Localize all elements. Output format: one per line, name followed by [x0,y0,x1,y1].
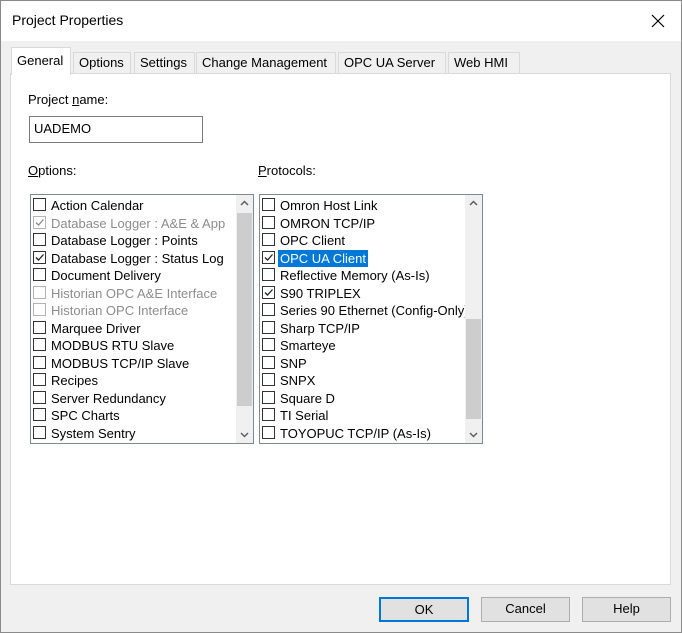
chevron-up-icon [469,200,478,206]
options-item-label: Historian OPC Interface [51,303,189,318]
close-button[interactable] [635,1,681,41]
chevron-up-icon [240,200,249,206]
cancel-button[interactable]: Cancel [481,597,570,622]
options-item-label: Historian OPC A&E Interface [51,285,218,301]
options-label: Options: [28,163,77,178]
tab-settings[interactable]: Settings [134,52,195,73]
scroll-thumb[interactable] [466,319,481,419]
scroll-up-arrow[interactable] [236,195,253,212]
tab-label: Web HMI [454,55,508,70]
checkbox[interactable] [33,408,46,421]
chevron-down-icon [240,432,249,438]
options-item-label: Action Calendar [51,198,144,213]
checkbox[interactable] [262,408,275,421]
options-item-label: System Sentry [51,425,136,441]
protocols-item-label: Sharp TCP/IP [280,320,360,336]
tab-label: General [17,53,64,68]
checkmark-icon [35,218,44,226]
title-bar: Project Properties [1,1,681,41]
scroll-thumb[interactable] [237,213,252,406]
checkbox[interactable] [33,373,46,386]
tab-general[interactable]: General [11,47,71,75]
options-listbox[interactable]: Action Calendar Database Logger : A&E & A… [30,194,254,444]
checkbox[interactable] [262,198,275,211]
tab-opc-ua-server[interactable]: OPC UA Server [338,52,446,73]
checkbox[interactable] [262,250,275,264]
checkbox[interactable] [262,303,275,316]
checkbox[interactable] [33,338,46,351]
protocols-item-label: Smarteye [280,338,336,353]
project-name-label: Project name: [28,92,109,107]
checkbox[interactable] [262,285,275,299]
checkbox[interactable] [33,198,46,211]
checkmark-icon [35,253,44,261]
options-item-label: MODBUS TCP/IP Slave [51,355,190,371]
checkbox[interactable] [33,215,46,229]
options-item-label: Server Redundancy [51,390,166,406]
checkbox[interactable] [33,285,46,299]
options-item-label: Database Logger : A&E & App [51,215,226,231]
checkbox[interactable] [262,338,275,351]
checkbox[interactable] [262,373,275,386]
options-item-label: Document Delivery [51,268,161,283]
checkbox[interactable] [33,250,46,264]
protocols-scrollbar[interactable] [465,195,482,443]
tab-label: Settings [140,55,187,70]
options-item-label: Database Logger : Points [51,233,198,248]
checkbox[interactable] [33,390,46,404]
checkbox[interactable] [33,268,46,281]
window-title: Project Properties [12,12,124,28]
protocols-item-label: Reflective Memory (As-Is) [280,268,430,283]
options-item-label: Recipes [51,373,98,388]
checkbox[interactable] [262,215,275,229]
scroll-down-arrow[interactable] [465,426,482,443]
checkbox[interactable] [262,233,275,246]
tab-label: OPC UA Server [344,55,436,70]
tab-web-hmi[interactable]: Web HMI [448,52,520,73]
options-item-label: SPC Charts [51,408,120,423]
chevron-down-icon [469,432,478,438]
ok-button[interactable]: OK [379,597,469,622]
options-item-label: Database Logger : Status Log [51,250,224,266]
protocols-item-label: OPC Client [280,233,346,248]
scroll-up-arrow[interactable] [465,195,482,212]
project-name-input[interactable]: UADEMO [29,116,203,143]
checkbox[interactable] [262,320,275,334]
protocols-item-label: Square D [280,390,335,406]
protocols-item-label: Omron Host Link [280,198,378,213]
checkmark-icon [264,253,273,261]
checkbox[interactable] [262,425,275,439]
close-icon [651,14,665,28]
protocols-item-label: S90 TRIPLEX [280,285,361,301]
checkbox[interactable] [33,425,46,439]
tab-options[interactable]: Options [73,52,131,73]
options-scrollbar[interactable] [236,195,253,443]
protocols-item-label: OMRON TCP/IP [280,215,376,231]
protocols-label: Protocols: [258,163,316,178]
checkmark-icon [264,288,273,296]
protocols-item-label: TI Serial [280,408,329,423]
options-item-label: Marquee Driver [51,320,141,336]
checkbox[interactable] [262,390,275,404]
checkbox[interactable] [33,355,46,369]
help-button[interactable]: Help [582,597,671,622]
protocols-item-label: Series 90 Ethernet (Config-Only) [280,303,469,318]
protocols-item-label: OPC UA Client [277,248,369,268]
checkbox[interactable] [33,303,46,316]
protocols-item-label: TOYOPUC TCP/IP (As-Is) [280,425,431,441]
checkbox[interactable] [33,320,46,334]
checkbox[interactable] [33,233,46,246]
tab-label: Change Management [202,55,328,70]
scroll-down-arrow[interactable] [236,426,253,443]
general-tab-panel: Project name: UADEMO Options: Protocols:… [10,73,671,585]
tab-change-management[interactable]: Change Management [196,52,336,73]
checkbox[interactable] [262,268,275,281]
tab-label: Options [79,55,124,70]
checkbox[interactable] [262,355,275,369]
project-properties-dialog: Project Properties General Options Setti… [0,0,682,633]
protocols-item-label: SNPX [280,373,316,388]
options-item-label: MODBUS RTU Slave [51,338,175,353]
protocols-item-label: SNP [280,355,307,371]
protocols-listbox[interactable]: Omron Host Link OMRON TCP/IP OPC Client OPC… [259,194,483,444]
